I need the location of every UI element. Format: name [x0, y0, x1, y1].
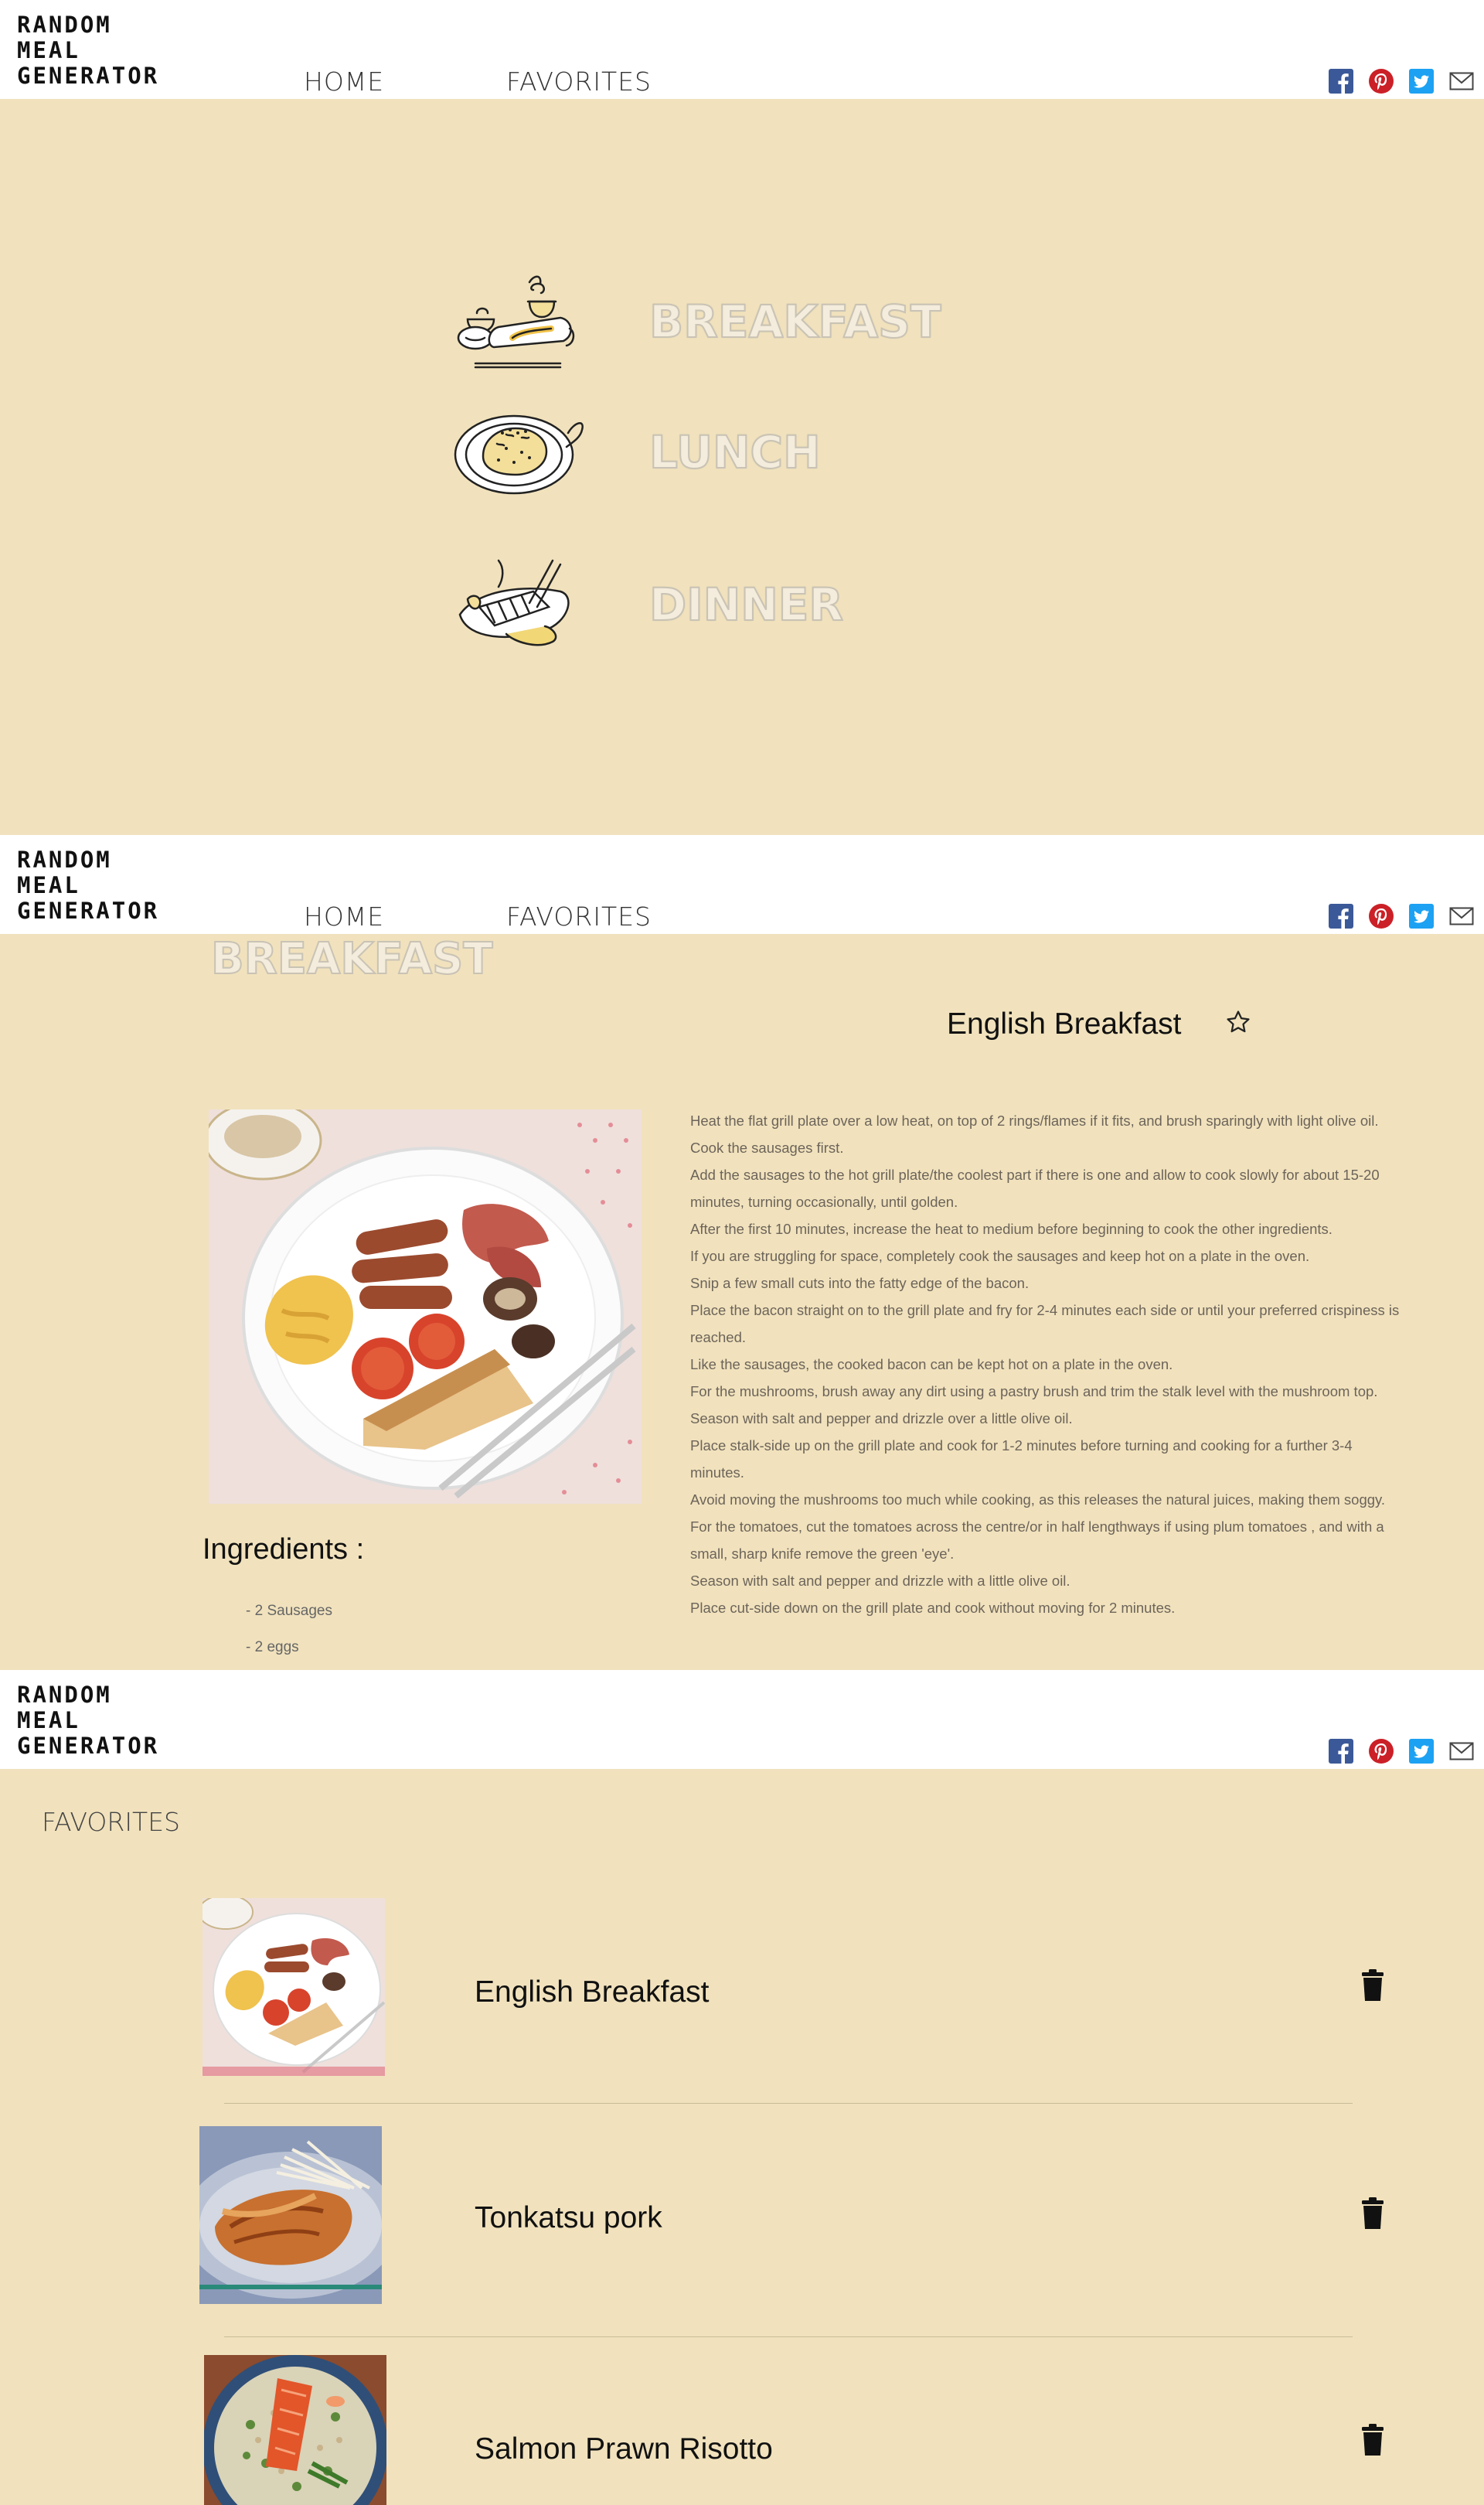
nav-home-link[interactable]: HOME: [304, 66, 384, 97]
step-text: Snip a few small cuts into the fatty edg…: [690, 1275, 1030, 1291]
logo-line: MEAL: [17, 872, 80, 898]
logo-line: RANDOM: [17, 847, 112, 873]
social-links: [1328, 903, 1475, 929]
logo-line: MEAL: [17, 1707, 80, 1733]
facebook-icon[interactable]: [1328, 903, 1354, 929]
logo-line: GENERATOR: [17, 63, 160, 89]
breakfast-illustration[interactable]: [452, 267, 584, 379]
nav-favorites-link[interactable]: FAVORITES: [506, 66, 652, 97]
twitter-icon[interactable]: [1408, 1738, 1435, 1764]
favorite-thumbnail[interactable]: [199, 2126, 382, 2304]
nav-home-link[interactable]: HOME: [304, 901, 384, 932]
step-text: Cook the sausages first.: [690, 1140, 844, 1156]
favorite-divider: [224, 2103, 1353, 2104]
favorite-thumbnail[interactable]: [203, 1898, 385, 2076]
favorite-thumbnail[interactable]: [204, 2355, 386, 2505]
logo-line: MEAL: [17, 37, 80, 63]
step-text: After the first 10 minutes, increase the…: [690, 1221, 1333, 1237]
logo-line: RANDOM: [17, 12, 112, 38]
delete-trash-icon[interactable]: [1359, 2197, 1387, 2231]
step-text: Avoid moving the mushrooms too much whil…: [690, 1491, 1386, 1508]
social-links: [1328, 1738, 1475, 1764]
logo-line: GENERATOR: [17, 898, 160, 924]
favorites-heading: FAVORITES: [42, 1807, 181, 1837]
logo[interactable]: RANDOM MEAL GENERATOR: [17, 1682, 159, 1759]
recipe-steps: Heat the flat grill plate over a low hea…: [690, 1107, 1401, 1621]
twitter-icon[interactable]: [1408, 903, 1435, 929]
step-text: For the mushrooms, brush away any dirt u…: [690, 1383, 1378, 1399]
menu-dinner[interactable]: DINNER: [648, 578, 844, 632]
header: RANDOM MEAL GENERATOR HOME FAVORITES: [0, 835, 1484, 934]
dinner-illustration[interactable]: [452, 545, 587, 661]
step-text: Place stalk-side up on the grill plate a…: [690, 1437, 1353, 1481]
facebook-icon[interactable]: [1328, 68, 1354, 94]
favorite-name[interactable]: Tonkatsu pork: [475, 2201, 662, 2235]
facebook-icon[interactable]: [1328, 1738, 1354, 1764]
step-text: Place the bacon straight on to the grill…: [690, 1302, 1400, 1345]
menu-breakfast[interactable]: BREAKFAST: [648, 295, 942, 349]
pinterest-icon[interactable]: [1368, 903, 1394, 929]
step-text: Like the sausages, the cooked bacon can …: [690, 1356, 1173, 1372]
pinterest-icon[interactable]: [1368, 68, 1394, 94]
mail-icon[interactable]: [1448, 903, 1475, 929]
step-text: Season with salt and pepper and drizzle …: [690, 1410, 1073, 1426]
mail-icon[interactable]: [1448, 68, 1475, 94]
step-text: If you are struggling for space, complet…: [690, 1248, 1310, 1264]
logo[interactable]: RANDOM MEAL GENERATOR: [17, 12, 159, 89]
mail-icon[interactable]: [1448, 1738, 1475, 1764]
favorite-star-icon[interactable]: [1225, 1009, 1251, 1035]
twitter-icon[interactable]: [1408, 68, 1435, 94]
step-text: Heat the flat grill plate over a low hea…: [690, 1113, 1379, 1129]
lunch-illustration[interactable]: [452, 402, 587, 499]
ingredients-title: Ingredients :: [203, 1533, 365, 1566]
favorite-name[interactable]: Salmon Prawn Risotto: [475, 2432, 773, 2466]
delete-trash-icon[interactable]: [1359, 1968, 1387, 2002]
home-screen: RANDOM MEAL GENERATOR HOME FAVORITES BRE…: [0, 0, 1484, 835]
header: RANDOM MEAL GENERATOR HOME FAVORITES: [0, 0, 1484, 99]
header: RANDOM MEAL GENERATOR: [0, 1670, 1484, 1769]
step-text: Place cut-side down on the grill plate a…: [690, 1600, 1176, 1616]
step-text: Season with salt and pepper and drizzle …: [690, 1573, 1070, 1589]
section-title: BREAKFAST: [210, 933, 493, 985]
step-text: Add the sausages to the hot grill plate/…: [690, 1167, 1380, 1210]
recipe-photo: [209, 1109, 642, 1504]
recipe-title: English Breakfast: [947, 1007, 1182, 1041]
logo-line: RANDOM: [17, 1682, 112, 1708]
menu-lunch[interactable]: LUNCH: [648, 425, 822, 479]
step-text: For the tomatoes, cut the tomatoes acros…: [690, 1518, 1384, 1562]
logo-line: GENERATOR: [17, 1733, 160, 1759]
favorite-divider: [224, 2336, 1353, 2337]
delete-trash-icon[interactable]: [1359, 2423, 1387, 2457]
favorite-name[interactable]: English Breakfast: [475, 1975, 710, 2009]
ingredient-item: - 2 Sausages: [246, 1603, 332, 1619]
pinterest-icon[interactable]: [1368, 1738, 1394, 1764]
logo[interactable]: RANDOM MEAL GENERATOR: [17, 847, 159, 924]
nav-favorites-link[interactable]: FAVORITES: [506, 901, 652, 932]
ingredient-list: - 2 Sausages - 2 eggs: [246, 1603, 332, 1675]
social-links: [1328, 68, 1475, 94]
